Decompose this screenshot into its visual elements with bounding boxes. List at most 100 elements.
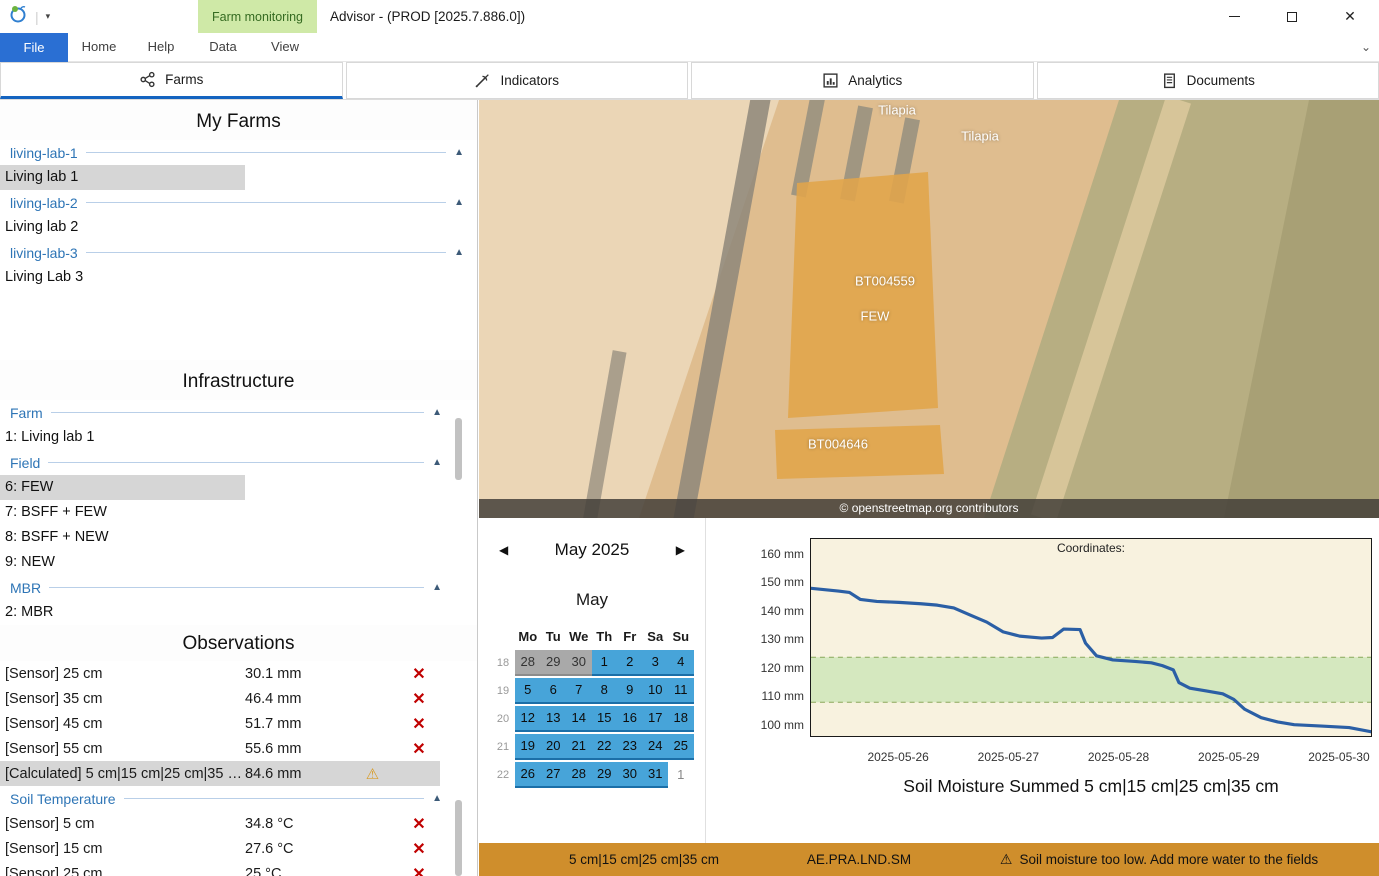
tree-group-header[interactable]: living-lab-1▲	[0, 140, 470, 165]
tree-item[interactable]: 7: BSFF + FEW	[0, 500, 448, 525]
tab-farms[interactable]: Farms	[0, 62, 343, 99]
tree-group-header[interactable]: living-lab-3▲	[0, 240, 470, 265]
ribbon-collapse-icon[interactable]: ⌄	[1361, 33, 1371, 61]
observation-label: [Sensor] 25 cm	[0, 866, 245, 876]
calendar-day[interactable]: 26	[515, 762, 541, 788]
ribbon-tab-help[interactable]: Help	[130, 33, 192, 61]
collapse-arrow-icon[interactable]: ▲	[454, 147, 464, 158]
calendar-day[interactable]: 20	[541, 734, 567, 760]
collapse-arrow-icon[interactable]: ▲	[432, 582, 442, 593]
group-divider-line	[51, 412, 424, 413]
calendar-day[interactable]: 22	[592, 734, 618, 760]
calendar-day[interactable]: 30	[617, 762, 643, 788]
calendar-day[interactable]: 23	[617, 734, 643, 760]
calendar-day[interactable]: 1	[592, 650, 618, 676]
observation-value: 27.6 °C	[245, 841, 345, 857]
ribbon-tab-view[interactable]: View	[254, 33, 316, 61]
next-month-icon[interactable]: ▶	[676, 543, 685, 557]
calendar-day[interactable]: 29	[541, 650, 567, 676]
calendar-day[interactable]: 18	[668, 706, 694, 732]
calendar-day[interactable]: 21	[566, 734, 592, 760]
calendar-day[interactable]: 9	[617, 678, 643, 704]
calendar-day[interactable]: 4	[668, 650, 694, 676]
calendar-day[interactable]: 30	[566, 650, 592, 676]
tree-group-header[interactable]: Farm▲	[0, 400, 448, 425]
calendar-day[interactable]: 8	[592, 678, 618, 704]
tree-item[interactable]: Living Lab 3	[0, 265, 470, 290]
infrastructure-tree: Farm▲1: Living lab 1Field▲6: FEW7: BSFF …	[0, 400, 448, 625]
delete-icon[interactable]: ✕	[400, 839, 438, 859]
calendar-day[interactable]: 3	[643, 650, 669, 676]
y-tick-label: 130 mm	[724, 632, 804, 646]
tree-group-header[interactable]: Field▲	[0, 450, 448, 475]
observation-row[interactable]: [Calculated] 5 cm|15 cm|25 cm|35 c...84.…	[0, 761, 440, 786]
delete-icon[interactable]: ✕	[400, 739, 438, 759]
tab-analytics[interactable]: Analytics	[691, 62, 1034, 99]
calendar-day[interactable]: 13	[541, 706, 567, 732]
calendar-day[interactable]: 17	[643, 706, 669, 732]
tree-item[interactable]: 8: BSFF + NEW	[0, 525, 448, 550]
maximize-button[interactable]	[1263, 0, 1321, 33]
tree-item[interactable]: 9: NEW	[0, 550, 448, 575]
calendar-day[interactable]: 6	[541, 678, 567, 704]
map-attribution: © openstreetmap.org contributors	[479, 499, 1379, 518]
calendar-day[interactable]: 11	[668, 678, 694, 704]
tab-documents[interactable]: Documents	[1037, 62, 1379, 99]
tree-item[interactable]: 2: MBR	[0, 600, 448, 625]
collapse-arrow-icon[interactable]: ▲	[454, 197, 464, 208]
delete-icon[interactable]: ✕	[400, 689, 438, 709]
close-button[interactable]: ✕	[1321, 0, 1379, 33]
collapse-arrow-icon[interactable]: ▲	[432, 457, 442, 468]
delete-icon[interactable]: ✕	[400, 664, 438, 684]
collapse-arrow-icon[interactable]: ▲	[432, 793, 442, 804]
prev-month-icon[interactable]: ◀	[499, 543, 508, 557]
minimize-button[interactable]	[1205, 0, 1263, 33]
file-button[interactable]: File	[0, 33, 68, 62]
tree-group-header[interactable]: Soil Temperature▲	[0, 786, 448, 811]
calendar-day[interactable]: 5	[515, 678, 541, 704]
observation-row[interactable]: [Sensor] 35 cm46.4 mm✕	[0, 686, 448, 711]
calendar-day[interactable]: 28	[566, 762, 592, 788]
calendar-day[interactable]: 16	[617, 706, 643, 732]
calendar-day[interactable]: 31	[643, 762, 669, 788]
calendar-day[interactable]: 29	[592, 762, 618, 788]
tree-item[interactable]: Living lab 1	[0, 165, 245, 190]
calendar-day[interactable]: 27	[541, 762, 567, 788]
calendar-day[interactable]: 1	[668, 762, 694, 788]
calendar-day[interactable]: 14	[566, 706, 592, 732]
calendar-nav-title: May 2025	[555, 540, 630, 560]
observation-row[interactable]: [Sensor] 5 cm34.8 °C✕	[0, 811, 448, 836]
collapse-arrow-icon[interactable]: ▲	[432, 407, 442, 418]
ribbon-tab-data[interactable]: Data	[192, 33, 254, 61]
observation-row[interactable]: [Sensor] 55 cm55.6 mm✕	[0, 736, 448, 761]
scrollbar-thumb[interactable]	[455, 800, 462, 876]
calendar-day[interactable]: 19	[515, 734, 541, 760]
calendar-day[interactable]: 24	[643, 734, 669, 760]
calendar-day[interactable]: 10	[643, 678, 669, 704]
delete-icon[interactable]: ✕	[400, 864, 438, 876]
delete-icon[interactable]: ✕	[400, 714, 438, 734]
calendar-day[interactable]: 12	[515, 706, 541, 732]
calendar-day[interactable]: 15	[592, 706, 618, 732]
delete-icon[interactable]: ✕	[400, 814, 438, 834]
observation-row[interactable]: [Sensor] 15 cm27.6 °C✕	[0, 836, 448, 861]
calendar-day[interactable]: 7	[566, 678, 592, 704]
tree-item[interactable]: 1: Living lab 1	[0, 425, 448, 450]
scrollbar-thumb[interactable]	[455, 418, 462, 480]
observation-row[interactable]: [Sensor] 25 cm30.1 mm✕	[0, 661, 448, 686]
tree-group-header[interactable]: living-lab-2▲	[0, 190, 470, 215]
tree-item[interactable]: Living lab 2	[0, 215, 470, 240]
contextual-tab-farm-monitoring[interactable]: Farm monitoring	[198, 0, 317, 33]
tab-indicators[interactable]: Indicators	[346, 62, 689, 99]
observation-row[interactable]: [Sensor] 45 cm51.7 mm✕	[0, 711, 448, 736]
tree-group-header[interactable]: MBR▲	[0, 575, 448, 600]
calendar-day[interactable]: 2	[617, 650, 643, 676]
collapse-arrow-icon[interactable]: ▲	[454, 247, 464, 258]
observation-row[interactable]: [Sensor] 25 cm25 °C✕	[0, 861, 448, 876]
calendar-day[interactable]: 25	[668, 734, 694, 760]
map-view[interactable]: TilapiaTilapiaBT004559FEWBT004646 © open…	[479, 100, 1379, 518]
tree-item[interactable]: 6: FEW	[0, 475, 245, 500]
qat-dropdown-icon[interactable]: ▾	[46, 11, 51, 22]
ribbon-tab-home[interactable]: Home	[68, 33, 130, 61]
calendar-day[interactable]: 28	[515, 650, 541, 676]
